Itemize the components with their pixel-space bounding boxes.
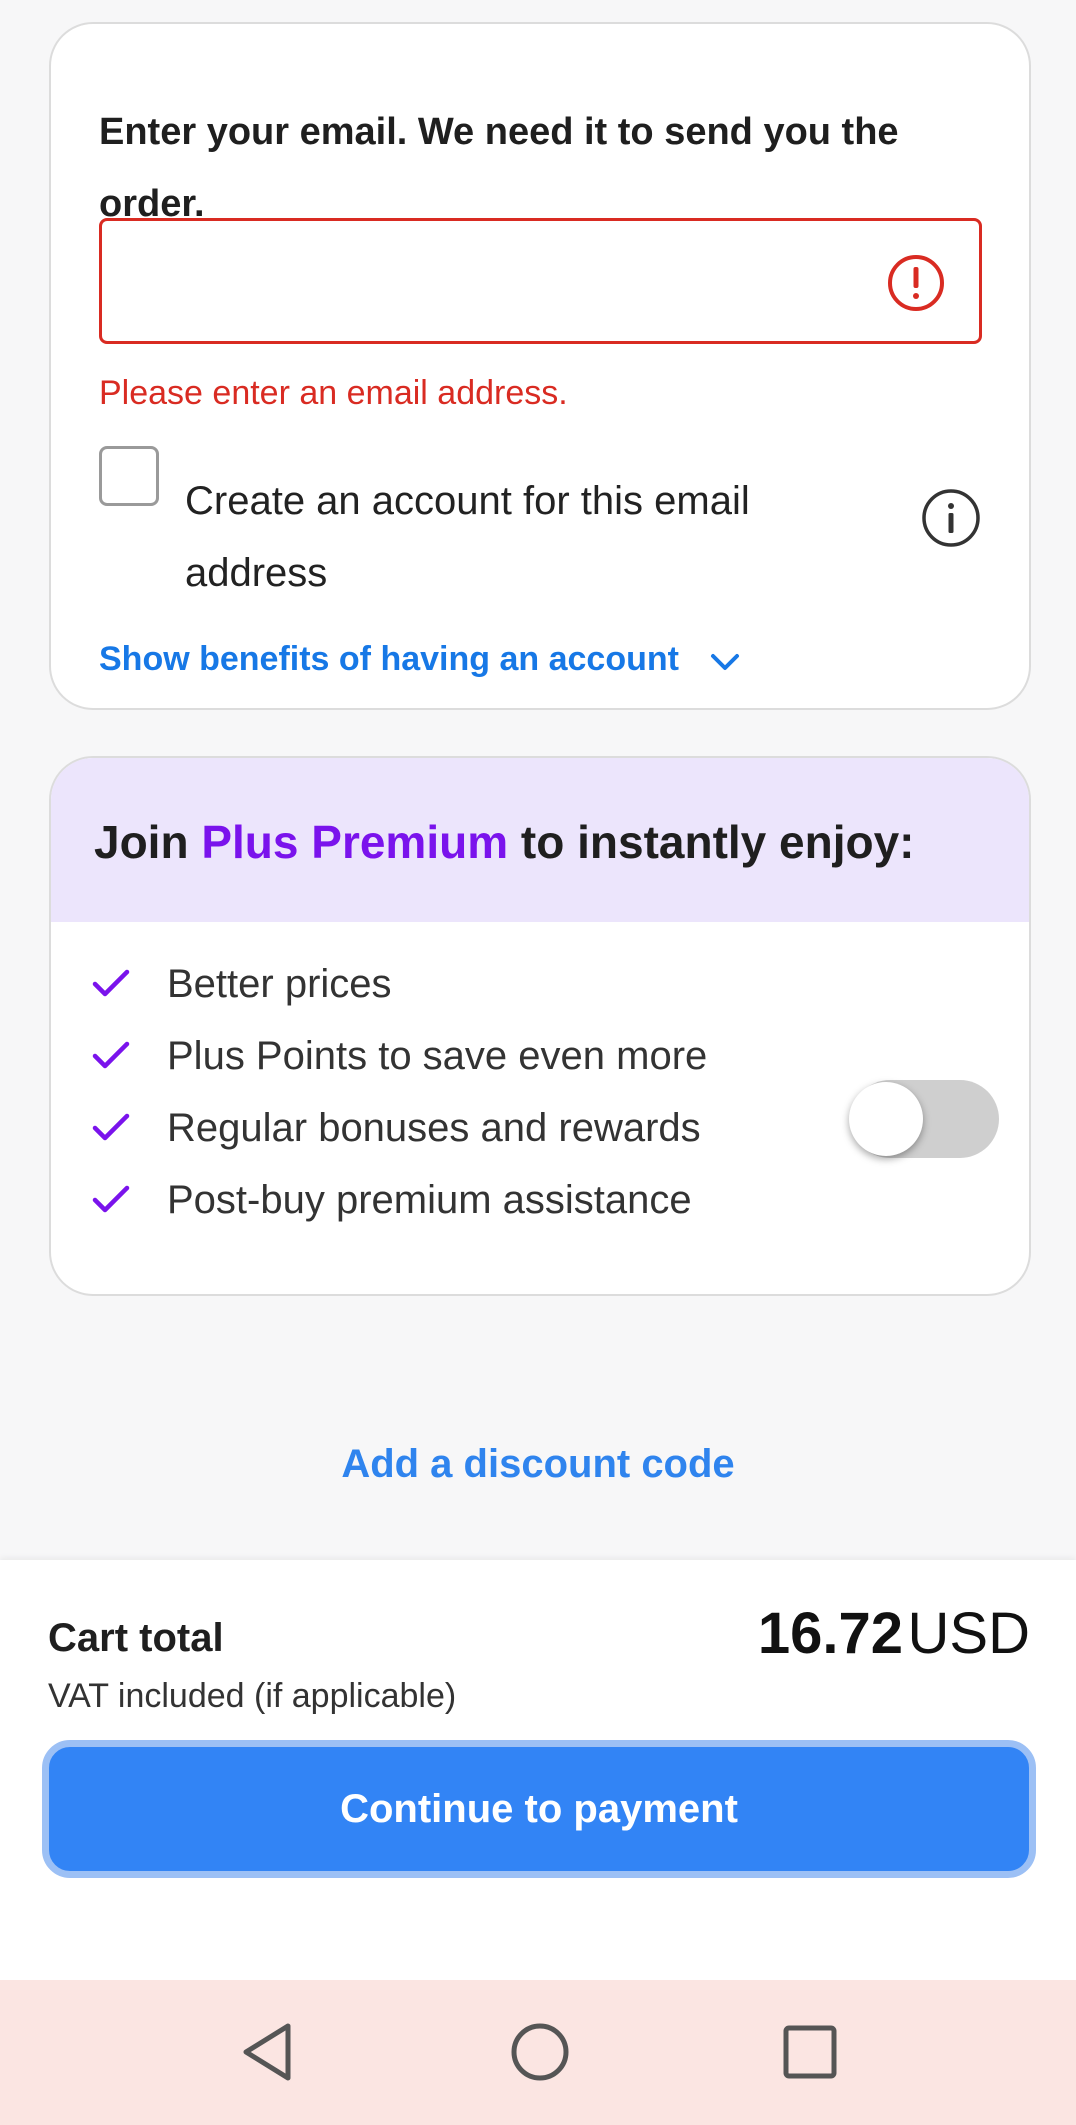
check-icon — [92, 969, 130, 997]
check-icon — [92, 1185, 130, 1213]
benefit-label: Better prices — [167, 962, 392, 1006]
premium-brand: Plus Premium — [201, 816, 509, 868]
benefit-item: Plus Points to save even more — [91, 1020, 851, 1092]
premium-title-suffix: to instantly enjoy: — [508, 816, 915, 868]
check-icon — [92, 1041, 130, 1069]
home-icon[interactable] — [500, 2012, 580, 2092]
system-nav-bar — [0, 1980, 1076, 2125]
vat-note: VAT included (if applicable) — [48, 1677, 457, 1715]
email-field[interactable] — [102, 221, 979, 341]
create-account-label[interactable]: Create an account for this email address — [185, 465, 825, 609]
premium-title: Join Plus Premium to instantly enjoy: — [94, 814, 915, 870]
recent-apps-icon[interactable] — [770, 2012, 850, 2092]
cart-total-label: Cart total — [48, 1616, 224, 1660]
checkout-page: Enter your email. We need it to send you… — [0, 0, 1076, 2125]
benefit-item: Regular bonuses and rewards — [91, 1092, 851, 1164]
benefit-label: Plus Points to save even more — [167, 1034, 708, 1078]
premium-toggle[interactable] — [849, 1080, 999, 1158]
show-benefits-link[interactable]: Show benefits of having an account — [99, 636, 679, 682]
benefit-item: Better prices — [91, 948, 851, 1020]
error-icon — [888, 255, 944, 311]
check-icon — [92, 1113, 130, 1141]
create-account-checkbox[interactable] — [99, 446, 159, 506]
cart-currency: USD — [907, 1601, 1030, 1666]
cart-amount: 16.72 — [757, 1601, 904, 1666]
premium-header: Join Plus Premium to instantly enjoy: — [51, 758, 1029, 922]
cart-footer: Cart total VAT included (if applicable) … — [0, 1560, 1076, 1980]
chevron-down-icon[interactable] — [707, 644, 743, 680]
email-card: Enter your email. We need it to send you… — [49, 22, 1031, 710]
premium-card: Join Plus Premium to instantly enjoy: Be… — [49, 756, 1031, 1296]
benefit-item: Post-buy premium assistance — [91, 1164, 851, 1236]
cart-total-price: 16.72 USD — [758, 1598, 1030, 1685]
benefit-label: Post-buy premium assistance — [167, 1178, 692, 1222]
premium-title-prefix: Join — [94, 816, 202, 868]
benefit-label: Regular bonuses and rewards — [167, 1106, 701, 1150]
email-error-message: Please enter an email address. — [99, 374, 568, 412]
info-icon[interactable] — [921, 488, 981, 548]
back-icon[interactable] — [230, 2012, 310, 2092]
toggle-knob — [849, 1082, 923, 1156]
add-discount-code-link[interactable]: Add a discount code — [0, 1436, 1076, 1492]
premium-benefit-list: Better prices Plus Points to save even m… — [91, 948, 851, 1236]
email-field-wrapper — [99, 218, 982, 344]
continue-to-payment-button[interactable]: Continue to payment — [42, 1740, 1036, 1878]
